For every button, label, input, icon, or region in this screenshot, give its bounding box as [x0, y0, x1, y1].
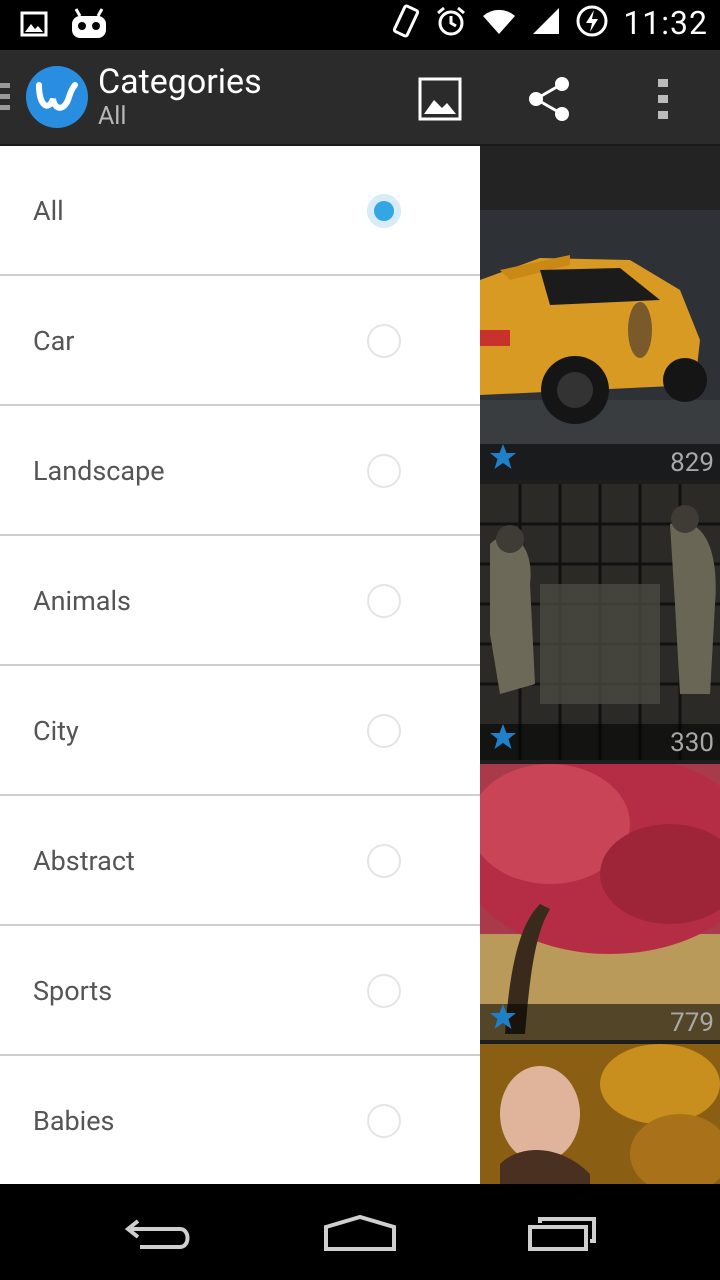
- favorite-count: 330: [670, 728, 714, 758]
- wallpaper-tile[interactable]: 779: [480, 764, 720, 1040]
- drawer-item-all[interactable]: All: [0, 146, 480, 276]
- drawer-item-sports[interactable]: Sports: [0, 926, 480, 1056]
- tile-footer: 330: [480, 724, 720, 760]
- app-logo-icon[interactable]: [26, 66, 88, 128]
- yellow-sports-car-image: [480, 210, 720, 480]
- favorite-count: 779: [670, 1008, 714, 1038]
- page-subtitle: All: [98, 102, 127, 131]
- drawer-item-label: City: [33, 715, 79, 747]
- wifi-icon: [481, 6, 517, 40]
- radio-button[interactable]: [367, 324, 401, 358]
- battery-charging-icon: [575, 4, 609, 42]
- soldiers-scene-image: [480, 484, 720, 760]
- android-robot-icon: [70, 8, 108, 44]
- radio-button[interactable]: [367, 974, 401, 1008]
- radio-button[interactable]: [367, 454, 401, 488]
- alarm-icon: [435, 5, 467, 41]
- drawer-item-label: All: [33, 195, 64, 227]
- wallpaper-tile[interactable]: [480, 1044, 720, 1184]
- tile-footer: 779: [480, 1004, 720, 1040]
- signal-icon: [531, 6, 561, 40]
- drawer-item-babies[interactable]: Babies: [0, 1056, 480, 1184]
- recent-apps-icon[interactable]: [522, 1208, 602, 1258]
- page-title: Categories: [98, 62, 262, 102]
- drawer-item-label: Landscape: [33, 455, 165, 487]
- drawer-item-label: Sports: [33, 975, 113, 1007]
- drawer-item-label: Babies: [33, 1105, 115, 1137]
- radio-button[interactable]: [367, 584, 401, 618]
- drawer-item-landscape[interactable]: Landscape: [0, 406, 480, 536]
- drawer-item-label: Abstract: [33, 845, 135, 877]
- wallpaper-tile[interactable]: 330: [480, 484, 720, 760]
- radio-button[interactable]: [367, 1104, 401, 1138]
- radio-button[interactable]: [367, 714, 401, 748]
- favorite-count: 829: [670, 448, 714, 478]
- share-icon[interactable]: [522, 72, 576, 126]
- drawer-item-label: Animals: [33, 585, 131, 617]
- drawer-indicator-icon[interactable]: [0, 83, 10, 113]
- drawer-item-label: Car: [33, 325, 75, 357]
- action-bar: Categories All: [0, 50, 720, 146]
- image-notification-icon: [20, 10, 48, 42]
- radio-button-selected[interactable]: [367, 194, 401, 228]
- title-block[interactable]: Categories All: [98, 62, 262, 132]
- category-drawer: All Car Landscape Animals City Abstract …: [0, 146, 480, 1184]
- home-icon[interactable]: [320, 1208, 400, 1258]
- baby-in-leaves-image: [480, 1044, 720, 1184]
- star-icon[interactable]: [488, 442, 518, 476]
- clock: 11:32: [623, 4, 708, 42]
- wallpaper-icon[interactable]: [413, 72, 467, 126]
- tile-footer: 829: [480, 444, 720, 480]
- star-icon[interactable]: [488, 722, 518, 756]
- star-icon[interactable]: [488, 1002, 518, 1036]
- drawer-item-city[interactable]: City: [0, 666, 480, 796]
- status-bar: 11:32: [0, 0, 720, 50]
- overflow-menu-icon[interactable]: [636, 72, 690, 126]
- back-icon[interactable]: [120, 1208, 200, 1258]
- drawer-item-animals[interactable]: Animals: [0, 536, 480, 666]
- system-nav-bar: [0, 1184, 720, 1280]
- radio-button[interactable]: [367, 844, 401, 878]
- drawer-item-car[interactable]: Car: [0, 276, 480, 406]
- red-tree-image: [480, 764, 720, 1040]
- vibrate-icon: [391, 4, 421, 42]
- drawer-item-abstract[interactable]: Abstract: [0, 796, 480, 926]
- wallpaper-tile[interactable]: 829: [480, 210, 720, 480]
